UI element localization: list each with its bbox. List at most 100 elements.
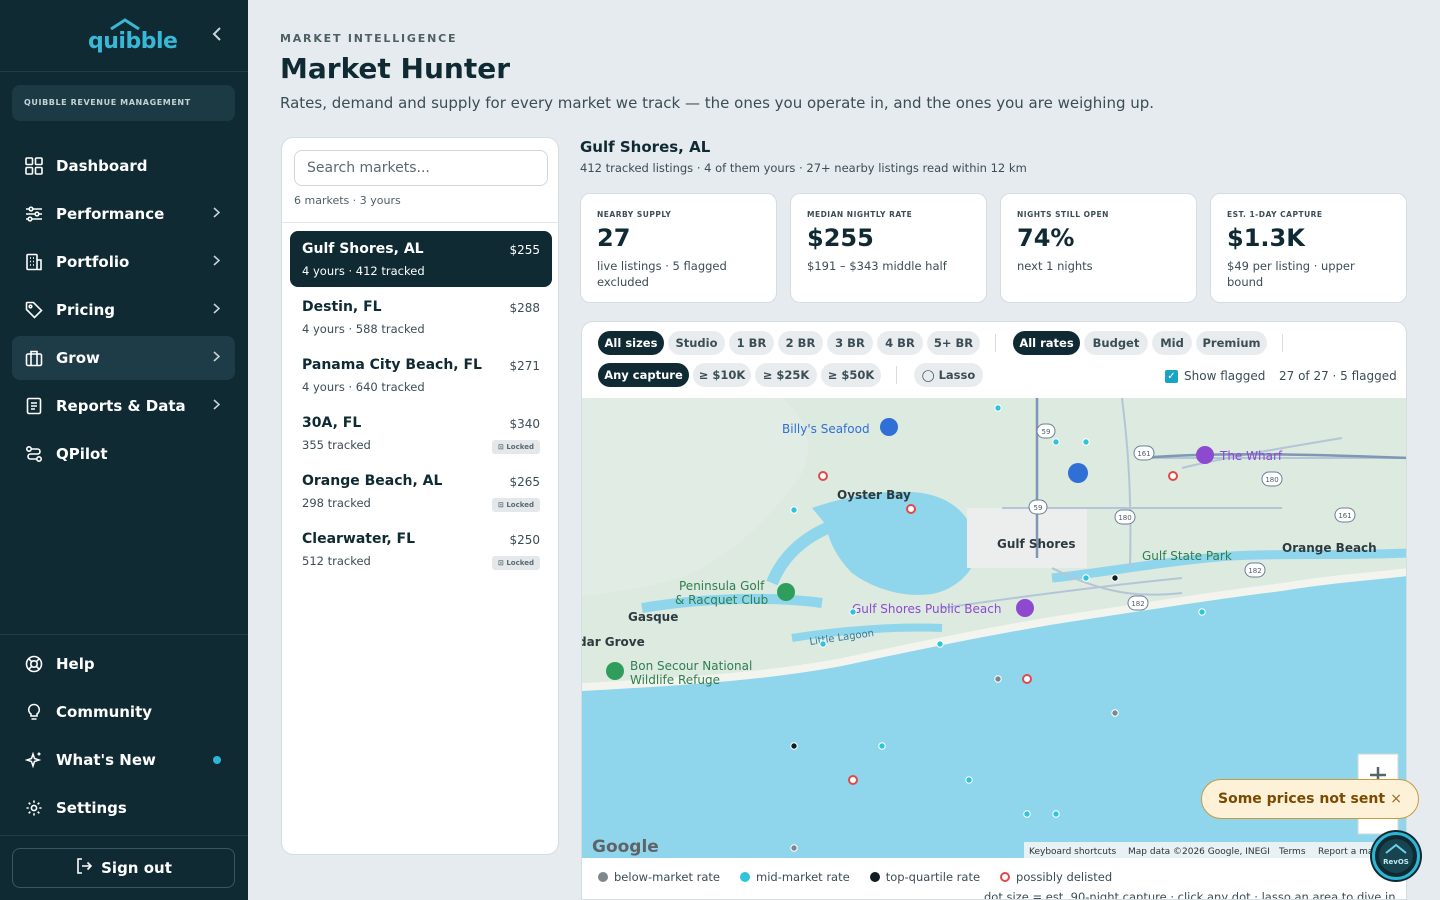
nav-pricing[interactable]: Pricing — [12, 288, 235, 332]
listing-dot-flagged[interactable] — [848, 775, 858, 785]
nav-community[interactable]: Community — [12, 690, 235, 734]
legend-label: below-market rate — [614, 870, 720, 884]
road-label: 59 — [1042, 428, 1051, 436]
org-name[interactable]: QUIBBLE REVENUE MANAGEMENT — [12, 85, 235, 121]
place-label: Orange Beach — [1282, 541, 1377, 555]
nav-settings[interactable]: Settings — [12, 786, 235, 830]
locked-label: Locked — [506, 559, 534, 567]
stat-card-rate: MEDIAN NIGHTLY RATE $255 $191 – $343 mid… — [790, 193, 987, 303]
nav-help[interactable]: Help — [12, 642, 235, 686]
market-meta: 4 yours · 412 tracked — [302, 264, 425, 278]
filter-capture-25k[interactable]: ≥ $25K — [755, 363, 817, 387]
filter-size-4br[interactable]: 4 BR — [877, 331, 923, 355]
search-markets-input[interactable] — [294, 150, 548, 186]
listing-dot[interactable] — [790, 742, 798, 750]
road-label: 59 — [1034, 504, 1043, 512]
lasso-icon: ◯ — [921, 368, 939, 382]
filter-size-studio[interactable]: Studio — [668, 331, 725, 355]
show-flagged-label: Show flagged — [1184, 369, 1266, 383]
listing-dot[interactable] — [1111, 709, 1119, 717]
nav-whats-new[interactable]: What's New — [12, 738, 235, 782]
sidebar-divider — [0, 634, 248, 635]
place-label: Billy's Seafood — [782, 422, 870, 436]
filter-capture-10k[interactable]: ≥ $10K — [693, 363, 751, 387]
listing-dot-flagged[interactable] — [1168, 471, 1178, 481]
place-label: Wildlife Refuge — [630, 673, 720, 687]
revos-assistant-button[interactable]: RevOS — [1372, 832, 1420, 880]
nav-qpilot[interactable]: QPilot — [12, 432, 235, 476]
listing-dot[interactable] — [1198, 608, 1206, 616]
listing-dot[interactable] — [994, 404, 1002, 412]
map-attribution[interactable]: Terms — [1278, 847, 1306, 857]
legend-item: below-market rate — [598, 870, 720, 884]
market-item[interactable]: Panama City Beach, FL $271 4 yours · 640… — [290, 347, 552, 403]
filter-size-all[interactable]: All sizes — [598, 331, 664, 355]
listing-dot[interactable] — [790, 506, 798, 514]
lasso-button[interactable]: ◯ Lasso — [914, 363, 983, 387]
collapse-sidebar-icon[interactable] — [208, 26, 226, 46]
listing-dot[interactable] — [1052, 438, 1060, 446]
listing-dot[interactable] — [1052, 810, 1060, 818]
filter-capture-50k[interactable]: ≥ $50K — [821, 363, 881, 387]
quibble-logo[interactable]: quibble — [88, 18, 178, 54]
market-item[interactable]: Gulf Shores, AL $255 4 yours · 412 track… — [290, 231, 552, 287]
checkbox-checked-icon[interactable]: ✓ — [1165, 369, 1178, 383]
listing-dot[interactable] — [1082, 574, 1090, 582]
listing-dot[interactable] — [994, 675, 1002, 683]
stat-key: MEDIAN NIGHTLY RATE — [807, 210, 913, 219]
listing-dot[interactable] — [1082, 438, 1090, 446]
panel-divider — [282, 222, 558, 223]
filter-rate-all[interactable]: All rates — [1013, 331, 1080, 355]
locked-label: Locked — [506, 501, 534, 509]
stat-value: $255 — [807, 224, 874, 252]
chevron-right-icon — [213, 207, 223, 221]
listing-dot-flagged[interactable] — [1022, 674, 1032, 684]
locked-badge: ⊡ Locked — [492, 498, 540, 512]
road-label: 180 — [1118, 514, 1131, 522]
road-label: 161 — [1338, 512, 1351, 520]
filter-rate-premium[interactable]: Premium — [1196, 331, 1267, 355]
listing-dot[interactable] — [936, 640, 944, 648]
market-item[interactable]: Destin, FL $288 4 yours · 588 tracked — [290, 289, 552, 345]
nav-grow[interactable]: Grow — [12, 336, 235, 380]
legend-swatch — [1000, 872, 1011, 882]
nav-dashboard[interactable]: Dashboard — [12, 144, 235, 188]
close-icon[interactable]: × — [1390, 791, 1402, 807]
stat-value: 27 — [597, 224, 631, 252]
sign-out-button[interactable]: Sign out — [12, 848, 235, 888]
nav-reports[interactable]: Reports & Data — [12, 384, 235, 428]
filter-size-3br[interactable]: 3 BR — [827, 331, 873, 355]
page-eyebrow: MARKET INTELLIGENCE — [280, 32, 458, 45]
listing-dot[interactable] — [819, 640, 827, 648]
market-item[interactable]: 30A, FL $340 355 tracked ⊡ Locked — [290, 405, 552, 461]
listing-dot-flagged[interactable] — [906, 504, 916, 514]
lasso-label: Lasso — [938, 368, 976, 382]
stat-value: 74% — [1017, 224, 1075, 252]
listing-dot[interactable] — [1023, 810, 1031, 818]
place-label: Oyster Bay — [837, 488, 911, 502]
market-item[interactable]: Clearwater, FL $250 512 tracked ⊡ Locked — [290, 521, 552, 577]
filter-size-1br[interactable]: 1 BR — [729, 331, 774, 355]
listing-dot[interactable] — [790, 844, 798, 852]
filter-rate-mid[interactable]: Mid — [1152, 331, 1192, 355]
listing-dot[interactable] — [878, 742, 886, 750]
listing-dot-flagged[interactable] — [818, 471, 828, 481]
nav-portfolio[interactable]: Portfolio — [12, 240, 235, 284]
toast-text: Some prices not sent — [1218, 791, 1386, 807]
filter-capture-any[interactable]: Any capture — [598, 363, 689, 387]
legend-label: mid-market rate — [756, 870, 850, 884]
legend-item: possibly delisted — [1000, 870, 1112, 884]
market-item[interactable]: Orange Beach, AL $265 298 tracked ⊡ Lock… — [290, 463, 552, 519]
listing-dot[interactable] — [965, 776, 973, 784]
show-flagged-toggle[interactable]: ✓ Show flagged — [1165, 369, 1265, 383]
listing-dot[interactable] — [1111, 574, 1119, 582]
filter-size-2br[interactable]: 2 BR — [778, 331, 823, 355]
pilot-icon — [24, 444, 44, 464]
nav-performance[interactable]: Performance — [12, 192, 235, 236]
map-attribution[interactable]: Keyboard shortcuts — [1029, 847, 1116, 857]
listing-dot[interactable] — [849, 608, 857, 616]
filter-size-5br[interactable]: 5+ BR — [927, 331, 980, 355]
nav-label: Help — [56, 655, 95, 673]
filter-rate-budget[interactable]: Budget — [1084, 331, 1148, 355]
market-name: Clearwater, FL — [302, 531, 416, 547]
